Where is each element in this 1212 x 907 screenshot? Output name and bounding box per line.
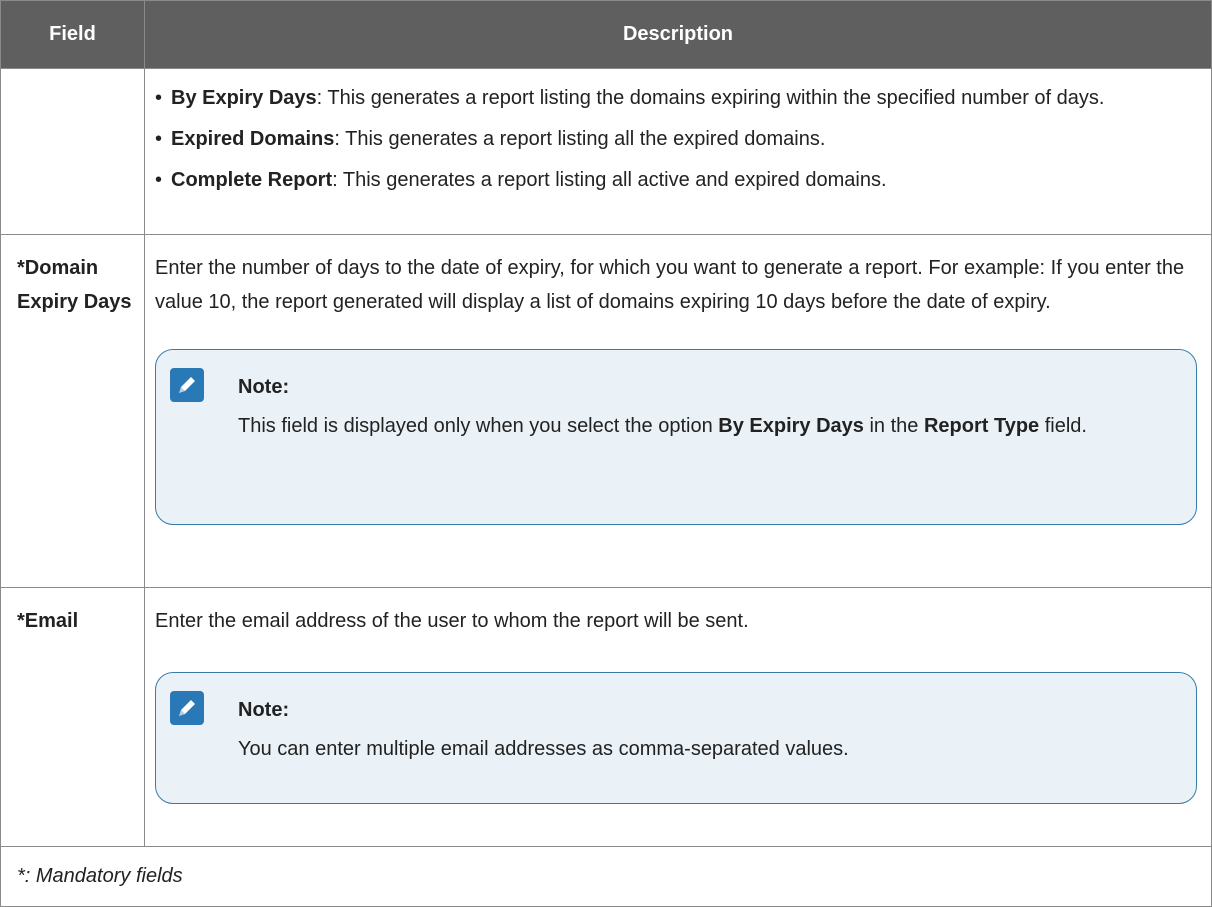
note-text: This field is displayed only when you se… [238, 404, 1176, 448]
note-box: Note: This field is displayed only when … [155, 349, 1197, 525]
header-field: Field [0, 0, 145, 69]
report-type-options-list: • By Expiry Days: This generates a repor… [155, 81, 1197, 197]
table-header-row: Field Description [0, 0, 1212, 69]
note-text-part: field. [1039, 415, 1087, 437]
bullet-marker: • [155, 128, 163, 150]
list-item: • Complete Report: This generates a repo… [155, 163, 1197, 197]
description-cell: • By Expiry Days: This generates a repor… [144, 68, 1212, 235]
note-text-part: This field is displayed only when you se… [238, 415, 719, 437]
option-term: Complete Report [171, 169, 333, 191]
field-cell [0, 68, 145, 235]
header-description: Description [144, 0, 1212, 69]
footnote-row: *: Mandatory fields [0, 846, 1212, 907]
field-cell: *Domain Expiry Days [0, 234, 145, 588]
description-cell: Enter the email address of the user to w… [144, 587, 1212, 847]
list-item: • By Expiry Days: This generates a repor… [155, 81, 1197, 115]
note-text: You can enter multiple email addresses a… [238, 738, 849, 760]
note-text-part: in the [863, 415, 924, 437]
option-term: By Expiry Days [171, 87, 317, 109]
option-description: : This generates a report listing the do… [316, 87, 1105, 109]
field-description-table: Field Description • By Expiry Days: This… [0, 0, 1212, 907]
note-title: Note: [238, 699, 290, 721]
table-row: • By Expiry Days: This generates a repor… [0, 68, 1212, 235]
list-item: • Expired Domains: This generates a repo… [155, 122, 1197, 156]
field-cell: *Email [0, 587, 145, 847]
bullet-marker: • [155, 169, 163, 191]
note-title: Note: [238, 376, 290, 398]
note-pencil-icon [170, 691, 204, 725]
field-description: Enter the number of days to the date of … [155, 257, 1185, 313]
option-term: Expired Domains [171, 128, 335, 150]
note-box: Note: You can enter multiple email addre… [155, 672, 1197, 804]
option-description: : This generates a report listing all ac… [332, 169, 887, 191]
note-option-name: By Expiry Days [718, 415, 864, 437]
table-row: *Domain Expiry Days Enter the number of … [0, 234, 1212, 588]
note-field-name: Report Type [923, 415, 1040, 437]
note-pencil-icon [170, 368, 204, 402]
option-description: : This generates a report listing all th… [334, 128, 826, 150]
description-cell: Enter the number of days to the date of … [144, 234, 1212, 588]
bullet-marker: • [155, 87, 163, 109]
table-row: *Email Enter the email address of the us… [0, 587, 1212, 847]
mandatory-footnote: *: Mandatory fields [0, 846, 1212, 907]
field-description: Enter the email address of the user to w… [155, 610, 749, 632]
